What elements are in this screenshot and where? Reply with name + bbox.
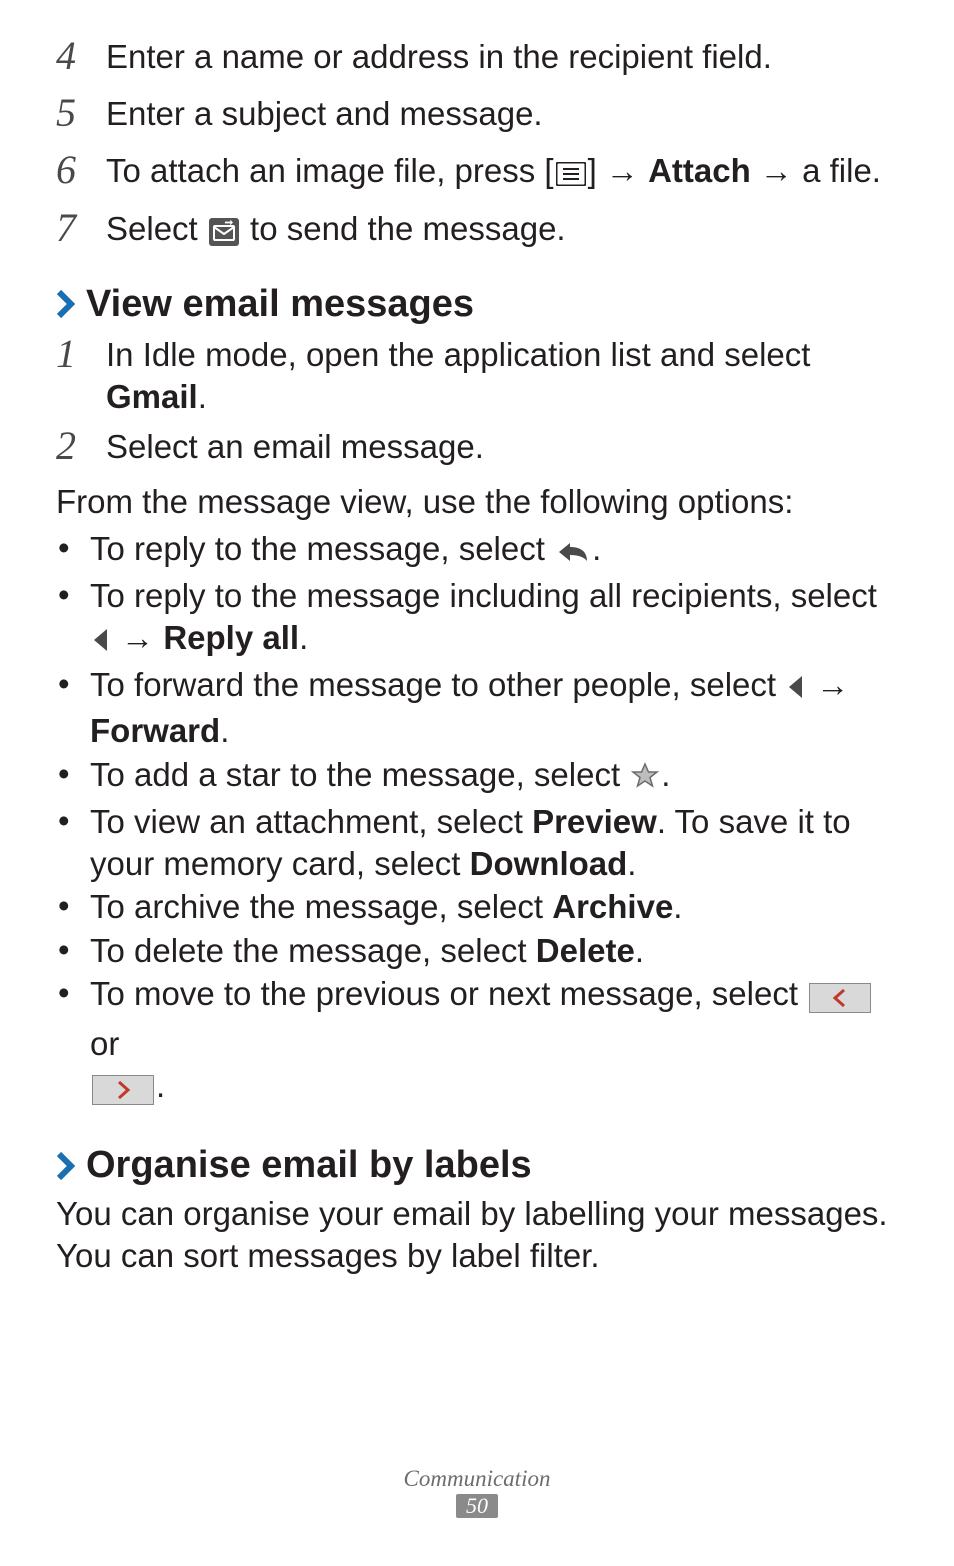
bullet-forward: • To forward the message to other people… (56, 664, 896, 751)
triangle-left-icon (787, 668, 805, 710)
step-text: To attach an image file, press [ ] → Atta… (106, 148, 881, 196)
bullet-text: To move to the previous or next message,… (90, 973, 896, 1114)
bullet-text: To add a star to the message, select . (90, 754, 896, 800)
triangle-left-icon (92, 621, 110, 663)
bold-delete: Delete (536, 932, 635, 969)
text-fragment: . (635, 932, 644, 969)
text-fragment: . (592, 530, 601, 567)
view-step-1: 1 In Idle mode, open the application lis… (56, 332, 896, 418)
bullet-text: To reply to the message including all re… (90, 575, 896, 662)
text-fragment: . (156, 1067, 165, 1104)
chevron-blue-icon (56, 1151, 76, 1181)
bullet-text: To forward the message to other people, … (90, 664, 896, 751)
text-fragment: To attach an image file, press [ (106, 152, 554, 189)
step-text: Select an email message. (106, 424, 484, 468)
step-number: 6 (56, 144, 106, 195)
step-number: 1 (56, 328, 106, 379)
text-fragment: To reply to the message, select (90, 530, 554, 567)
step-4: 4 Enter a name or address in the recipie… (56, 34, 896, 85)
reply-arrow-icon (556, 532, 590, 574)
text-fragment: To archive the message, select (90, 888, 552, 925)
text-fragment: To delete the message, select (90, 932, 536, 969)
bullet-dot: • (56, 574, 90, 616)
step-text: In Idle mode, open the application list … (106, 332, 896, 418)
star-icon (631, 758, 659, 800)
text-fragment: To reply to the message including all re… (90, 577, 877, 614)
bullet-star: • To add a star to the message, select . (56, 754, 896, 800)
bullet-text: To archive the message, select Archive. (90, 886, 896, 928)
bold-gmail: Gmail (106, 378, 198, 415)
section-heading-organise: Organise email by labels (56, 1144, 896, 1187)
section-title: View email messages (86, 283, 474, 326)
text-fragment: To move to the previous or next message,… (90, 975, 807, 1012)
text-fragment: In Idle mode, open the application list … (106, 336, 810, 373)
step-number: 2 (56, 420, 106, 471)
page-number-badge: 50 (456, 1494, 498, 1518)
bullet-dot: • (56, 885, 90, 927)
footer-section-label: Communication (0, 1466, 954, 1492)
text-fragment: → (112, 619, 163, 656)
text-fragment: To forward the message to other people, … (90, 666, 785, 703)
text-fragment: . (673, 888, 682, 925)
text-fragment: . (198, 378, 207, 415)
text-fragment: → a file. (751, 152, 881, 189)
bullet-dot: • (56, 929, 90, 971)
step-5: 5 Enter a subject and message. (56, 91, 896, 142)
organise-body: You can organise your email by labelling… (56, 1193, 896, 1277)
step-text: Select to send the message. (106, 206, 566, 256)
step-text: Enter a name or address in the recipient… (106, 34, 772, 78)
bullet-attachment: • To view an attachment, select Preview.… (56, 801, 896, 884)
text-fragment: ] → (588, 152, 649, 189)
bold-forward: Forward (90, 712, 220, 749)
step-number: 4 (56, 30, 106, 81)
menu-icon (556, 154, 586, 196)
bullet-nav: • To move to the previous or next messag… (56, 973, 896, 1114)
text-fragment: to send the message. (241, 210, 566, 247)
step-number: 7 (56, 202, 106, 253)
chevron-blue-icon (56, 289, 76, 319)
bullet-dot: • (56, 800, 90, 842)
text-fragment: To view an attachment, select (90, 803, 532, 840)
bullet-reply: • To reply to the message, select . (56, 528, 896, 574)
bullet-dot: • (56, 753, 90, 795)
section-heading-view: View email messages (56, 283, 896, 326)
step-number: 5 (56, 87, 106, 138)
bullet-text: To view an attachment, select Preview. T… (90, 801, 896, 884)
text-fragment: To add a star to the message, select (90, 756, 629, 793)
bullet-text: To delete the message, select Delete. (90, 930, 896, 972)
bold-download: Download (470, 845, 628, 882)
next-button-icon (92, 1073, 154, 1115)
send-envelope-icon (209, 214, 239, 256)
section-title: Organise email by labels (86, 1144, 532, 1187)
text-fragment: Select (106, 210, 207, 247)
text-fragment: . (627, 845, 636, 882)
options-list: • To reply to the message, select . • To… (56, 528, 896, 1115)
steps-continued: 4 Enter a name or address in the recipie… (56, 34, 896, 257)
step-7: 7 Select to send the message. (56, 206, 896, 257)
view-steps: 1 In Idle mode, open the application lis… (56, 332, 896, 476)
bold-reply-all: Reply all (163, 619, 299, 656)
text-fragment: . (299, 619, 308, 656)
text-fragment: → (807, 666, 849, 703)
bullet-dot: • (56, 527, 90, 569)
bullet-archive: • To archive the message, select Archive… (56, 886, 896, 928)
options-intro: From the message view, use the following… (56, 481, 896, 523)
page-footer: Communication 50 (0, 1466, 954, 1518)
bold-preview: Preview (532, 803, 657, 840)
bullet-text: To reply to the message, select . (90, 528, 896, 574)
text-fragment: . (661, 756, 670, 793)
prev-button-icon (809, 981, 871, 1023)
bullet-dot: • (56, 972, 90, 1014)
bullet-delete: • To delete the message, select Delete. (56, 930, 896, 972)
step-6: 6 To attach an image file, press [] → At… (56, 148, 896, 199)
text-fragment: or (90, 1025, 119, 1062)
bold-attach: Attach (648, 152, 751, 189)
text-fragment: . (220, 712, 229, 749)
view-step-2: 2 Select an email message. (56, 424, 896, 475)
bold-archive: Archive (552, 888, 673, 925)
bullet-reply-all: • To reply to the message including all … (56, 575, 896, 662)
manual-page: 4 Enter a name or address in the recipie… (0, 0, 954, 1566)
step-text: Enter a subject and message. (106, 91, 543, 135)
bullet-dot: • (56, 663, 90, 705)
